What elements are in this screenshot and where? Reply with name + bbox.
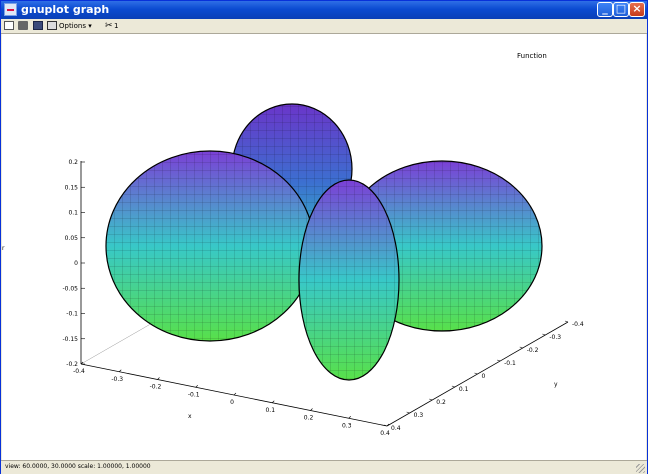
z-tick-label: -0.2	[66, 361, 78, 368]
options-label: Options	[59, 22, 87, 30]
status-text: view: 60.0000, 30.0000 scale: 1.00000, 1…	[5, 463, 151, 470]
y-tick-label: 0.4	[391, 425, 401, 432]
gnuplot-app-icon	[4, 3, 17, 16]
status-bar: view: 60.0000, 30.0000 scale: 1.00000, 1…	[1, 460, 647, 474]
y-tick-mark	[564, 320, 569, 323]
x-tick-label: -0.2	[150, 384, 162, 391]
z-tick-label: 0.1	[68, 210, 78, 217]
copy-icon[interactable]	[4, 21, 14, 30]
y-tick-group: 0.4 0.3 0.2 0.1 0 -0.1 -0.2 -0.3 -0.4	[383, 320, 584, 432]
z-tick-label: 0.15	[65, 184, 79, 191]
maximize-button[interactable]: □	[613, 2, 629, 17]
x-tick-mark	[348, 416, 351, 419]
x-tick-label: 0.2	[304, 415, 314, 422]
x-tick-label: -0.3	[111, 376, 123, 383]
options-menu-button[interactable]: Options ▾	[59, 20, 92, 32]
toolbar: Options ▾ ✂ 1	[1, 19, 647, 34]
save-icon[interactable]	[33, 21, 43, 30]
x-tick-label: -0.4	[73, 368, 85, 375]
plot-canvas[interactable]: 0.2 0.15 0.1 0.05 0 -0.05 -0.1 -0.15 -0.2 -0.4 -0…	[2, 34, 646, 460]
x-tick-mark	[157, 377, 160, 380]
z-axis-label: r	[2, 245, 5, 252]
y-tick-mark	[542, 333, 546, 336]
x-tick-label: 0.1	[265, 407, 275, 414]
y-tick-label: -0.4	[572, 321, 584, 328]
front-lobe	[298, 179, 400, 381]
minimize-button[interactable]: _	[597, 2, 613, 17]
print-icon[interactable]	[18, 21, 28, 30]
mouse-mode-value: 1	[114, 22, 119, 30]
y-tick-label: -0.2	[527, 347, 539, 354]
y-tick-mark	[451, 385, 455, 388]
y-tick-label: -0.1	[504, 360, 516, 367]
y-tick-mark	[519, 346, 523, 349]
x-axis-label: x	[188, 413, 192, 420]
y-tick-label: 0.2	[436, 399, 446, 406]
y-tick-label: 0.3	[414, 412, 424, 419]
z-tick-label: -0.15	[62, 336, 78, 343]
y-tick-label: -0.3	[549, 334, 561, 341]
y-tick-label: 0.1	[459, 386, 469, 393]
x-tick-mark	[195, 385, 198, 388]
mouse-icon[interactable]: ✂	[105, 20, 113, 32]
chevron-down-icon: ▾	[88, 22, 92, 30]
x-tick-mark	[310, 408, 313, 411]
x-tick-label: 0.3	[342, 422, 352, 429]
y-tick-mark	[474, 372, 478, 375]
x-tick-label: -0.1	[188, 391, 200, 398]
z-tick-group: 0.2 0.15 0.1 0.05 0 -0.05 -0.1 -0.15 -0.2	[62, 159, 85, 368]
options-icon[interactable]	[47, 21, 57, 30]
y-axis-label: y	[554, 381, 558, 388]
x-tick-mark	[272, 400, 275, 403]
z-tick-label: -0.05	[62, 285, 78, 292]
title-bar[interactable]: gnuplot graph _ □ ×	[1, 1, 647, 19]
close-button[interactable]: ×	[629, 2, 645, 17]
gnuplot-window: gnuplot graph _ □ × Options ▾ ✂ 1 0.2 0.…	[0, 0, 648, 474]
x-tick-label: 0.4	[380, 430, 390, 437]
z-tick-label: 0.05	[65, 235, 79, 242]
y-tick-mark	[429, 398, 433, 401]
resize-grip-icon[interactable]	[636, 464, 645, 473]
window-title: gnuplot graph	[21, 3, 110, 16]
y-tick-mark	[406, 411, 410, 414]
z-tick-label: 0.2	[68, 159, 78, 166]
z-tick-label: 0	[74, 260, 78, 267]
x-tick-mark	[119, 369, 122, 372]
left-lobe	[105, 150, 315, 342]
x-tick-label: 0	[230, 399, 234, 406]
x-tick-mark	[233, 392, 237, 396]
plot-svg: 0.20.150.10.050-0.05-0.1-0.15-0.2 -0.4-0…	[2, 52, 584, 437]
y-tick-mark	[497, 359, 501, 362]
y-tick-label: 0	[482, 373, 486, 380]
z-tick-label: -0.1	[66, 311, 78, 318]
key-label: Function	[517, 52, 547, 60]
